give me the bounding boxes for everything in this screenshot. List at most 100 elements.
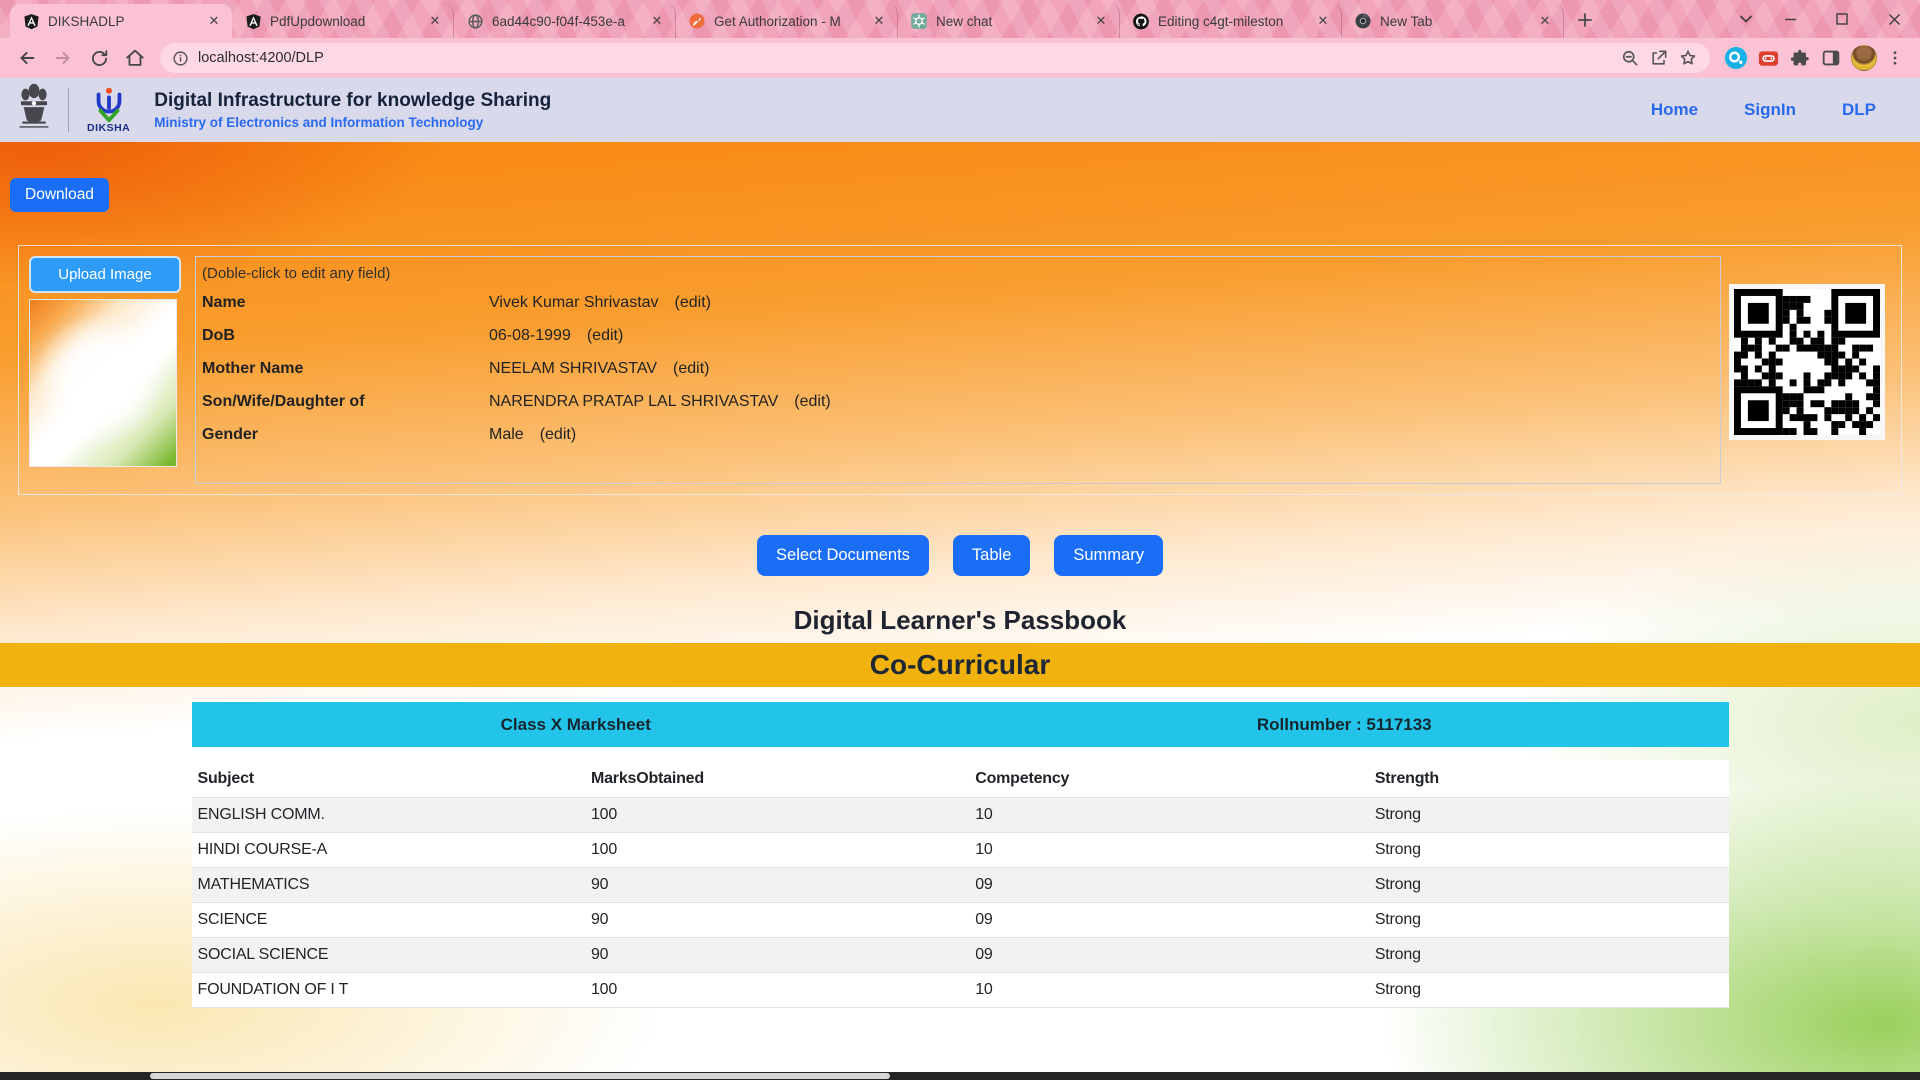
table-cell-competency: 09 [969,868,1369,903]
side-panel-icon[interactable] [1820,47,1842,69]
menu-dots-icon[interactable] [1886,49,1904,67]
browser-tab[interactable]: New chat ✕ [898,4,1120,38]
header-nav: Home SignIn DLP [1651,100,1920,120]
section-banner: Co-Curricular [0,643,1920,687]
field-label: Gender [202,426,489,444]
profile-field-row: DoB06-08-1999 (edit) [202,319,1716,352]
select-documents-button[interactable]: Select Documents [757,535,929,576]
angular-icon [22,12,40,30]
tabs-container: DIKSHADLP✕PdfUpdownload✕6ad44c90-f04f-45… [10,4,1564,38]
forward-button[interactable] [46,41,80,75]
table-header-cell: Subject [192,760,585,798]
nav-dlp[interactable]: DLP [1842,100,1876,120]
tab-close-icon[interactable]: ✕ [647,11,667,31]
github-icon [1132,12,1150,30]
field-value[interactable]: 06-08-1999 [489,327,571,345]
browser-tab[interactable]: New Tab✕ [1342,4,1564,38]
upload-image-button[interactable]: Upload Image [29,256,181,293]
table-button[interactable]: Table [953,535,1030,576]
table-row: SCIENCE9009Strong [192,903,1729,938]
table-cell-subject: ENGLISH COMM. [192,798,585,833]
browser-tab[interactable]: Editing c4gt-mileston✕ [1120,4,1342,38]
extension-blue-icon[interactable] [1724,46,1748,70]
table-cell-subject: SOCIAL SCIENCE [192,938,585,973]
tab-close-icon[interactable]: ✕ [1535,11,1555,31]
tab-title: DIKSHADLP [48,14,196,29]
minimize-button[interactable] [1764,0,1816,38]
tab-close-icon[interactable]: ✕ [869,11,889,31]
tab-title: 6ad44c90-f04f-453e-a [492,14,639,29]
diksha-caption: DIKSHA [87,122,130,134]
address-bar[interactable]: localhost:4200/DLP [160,43,1710,73]
url-text[interactable]: localhost:4200/DLP [198,50,1611,66]
table-cell-strength: Strong [1369,903,1729,938]
india-emblem-icon [16,82,52,139]
field-label: DoB [202,327,489,345]
new-tab-button[interactable] [1570,5,1600,35]
angular-icon [244,12,262,30]
field-value[interactable]: Vivek Kumar Shrivastav [489,294,659,312]
home-button[interactable] [118,41,152,75]
field-edit-link[interactable]: (edit) [673,360,709,378]
table-cell-competency: 09 [969,903,1369,938]
table-row: FOUNDATION OF I T10010Strong [192,973,1729,1008]
field-value[interactable]: Male [489,426,524,444]
browser-tab[interactable]: DIKSHADLP ✕ [10,4,232,38]
table-cell-subject: FOUNDATION OF I T [192,973,585,1008]
nav-signin[interactable]: SignIn [1744,100,1796,120]
table-cell-strength: Strong [1369,868,1729,903]
field-label: Mother Name [202,360,489,378]
browser-tab[interactable]: 6ad44c90-f04f-453e-a ✕ [454,4,676,38]
zoom-out-icon[interactable] [1620,48,1640,68]
close-window-button[interactable] [1868,0,1920,38]
plus-icon [1578,13,1592,27]
diksha-logo-icon [90,86,128,124]
reload-button[interactable] [82,41,116,75]
maximize-button[interactable] [1816,0,1868,38]
back-arrow-icon [16,47,38,69]
field-value[interactable]: NARENDRA PRATAP LAL SHRIVASTAV [489,393,778,411]
tab-close-icon[interactable]: ✕ [425,11,445,31]
passbook-title: Digital Learner's Passbook [0,605,1920,636]
tab-close-icon[interactable]: ✕ [1313,11,1333,31]
tab-close-icon[interactable]: ✕ [1091,11,1111,31]
scrollbar-thumb[interactable] [150,1073,890,1079]
extension-red-icon[interactable] [1757,47,1780,70]
globe-icon [466,12,484,30]
profile-photo-column: Upload Image [29,256,181,484]
table-cell-marks: 90 [585,868,969,903]
minimize-icon [1784,13,1797,26]
back-button[interactable] [10,41,44,75]
browser-tab[interactable]: PdfUpdownload✕ [232,4,454,38]
diksha-logo: DIKSHA [87,86,130,134]
field-value[interactable]: NEELAM SHRIVASTAV [489,360,657,378]
download-button[interactable]: Download [10,178,109,212]
site-header: DIKSHA Digital Infrastructure for knowle… [0,78,1920,142]
profile-avatar[interactable] [1851,45,1877,71]
table-cell-strength: Strong [1369,798,1729,833]
tab-search-button[interactable] [1728,0,1764,38]
tab-close-icon[interactable]: ✕ [204,11,224,31]
field-edit-link[interactable]: (edit) [540,426,576,444]
edit-hint: (Doble-click to edit any field) [202,265,1716,282]
horizontal-scrollbar[interactable] [0,1072,1920,1080]
table-cell-marks: 100 [585,798,969,833]
field-edit-link[interactable]: (edit) [587,327,623,345]
bookmark-star-icon[interactable] [1678,48,1698,68]
browser-tab[interactable]: Get Authorization - M✕ [676,4,898,38]
table-header-row: SubjectMarksObtainedCompetencyStrength [192,760,1729,798]
table-header-cell: Strength [1369,760,1729,798]
table-row: HINDI COURSE-A10010Strong [192,833,1729,868]
field-edit-link[interactable]: (edit) [675,294,711,312]
nav-home[interactable]: Home [1651,100,1698,120]
share-icon[interactable] [1649,48,1669,68]
header-text: Digital Infrastructure for knowledge Sha… [154,90,551,130]
site-info-icon[interactable] [172,50,189,67]
table-cell-marks: 90 [585,903,969,938]
extensions-puzzle-icon[interactable] [1789,47,1811,69]
tab-title: New chat [936,14,1083,29]
qr-column [1721,256,1893,484]
field-edit-link[interactable]: (edit) [794,393,830,411]
site-subtitle: Ministry of Electronics and Information … [154,115,551,130]
summary-button[interactable]: Summary [1054,535,1163,576]
